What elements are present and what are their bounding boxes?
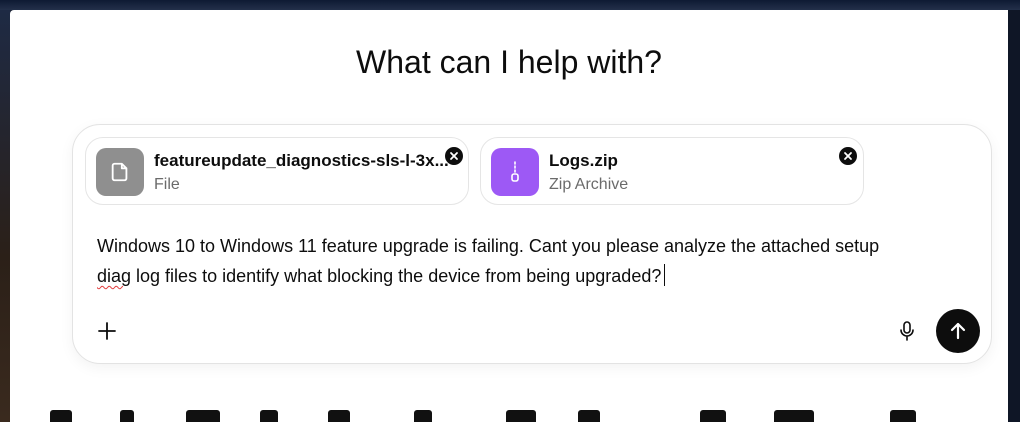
close-icon (844, 152, 852, 160)
text-caret (664, 264, 666, 286)
message-composer[interactable]: featureupdate_diagnostics-sls-l-3x... Fi… (72, 124, 992, 364)
desktop-frame-left (0, 10, 10, 422)
send-button[interactable] (936, 309, 980, 353)
close-icon (450, 152, 458, 160)
misspelled-word[interactable]: diag (97, 266, 131, 286)
desktop-frame-right (1008, 10, 1020, 422)
desktop-frame-top (0, 0, 1020, 10)
document-icon (96, 148, 144, 196)
attachment-name: featureupdate_diagnostics-sls-l-3x... (154, 151, 449, 170)
microphone-icon (900, 321, 914, 341)
attachment-card-file[interactable]: featureupdate_diagnostics-sls-l-3x... Fi… (85, 137, 469, 205)
page-heading: What can I help with? (356, 44, 662, 80)
partially-visible-content-strip (10, 404, 1008, 422)
prompt-text-line1: Windows 10 to Windows 11 feature upgrade… (97, 236, 880, 256)
prompt-input[interactable]: Windows 10 to Windows 11 feature upgrade… (97, 231, 957, 291)
add-attachment-button[interactable] (93, 317, 121, 345)
prompt-text-line2: log files to identify what blocking the … (131, 266, 662, 286)
chat-window: What can I help with? featureupdate_diag… (10, 10, 1008, 422)
attachment-name: Logs.zip (549, 151, 618, 170)
dictate-button[interactable] (893, 317, 921, 345)
attachment-card-zip[interactable]: Logs.zip Zip Archive (480, 137, 864, 205)
remove-attachment-button[interactable] (444, 146, 464, 166)
attachment-type: Zip Archive (549, 176, 629, 193)
attachment-type: File (154, 176, 180, 193)
remove-attachment-button[interactable] (838, 146, 858, 166)
zip-archive-icon (491, 148, 539, 196)
arrow-up-icon (950, 322, 966, 340)
plus-icon (98, 322, 116, 340)
